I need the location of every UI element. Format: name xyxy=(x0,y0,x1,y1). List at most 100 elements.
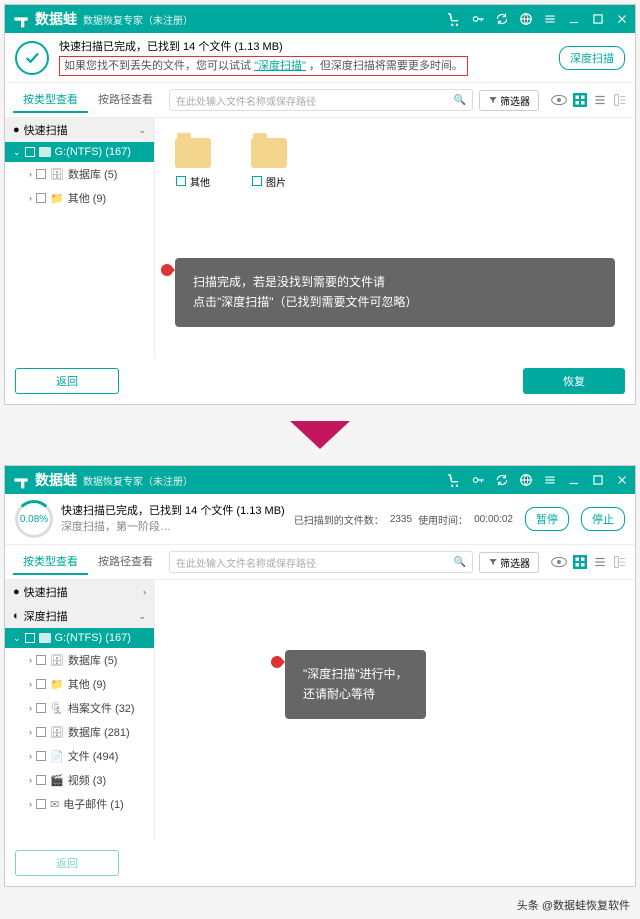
search-input[interactable]: 在此处输入文件名称或保存路径 🔍 xyxy=(169,89,473,111)
eye-icon[interactable] xyxy=(551,94,567,106)
app-subtitle: 数据恢复专家（未注册） xyxy=(83,473,193,488)
checkbox[interactable] xyxy=(36,751,46,761)
checkbox[interactable] xyxy=(36,799,46,809)
progress-indicator: 0.08% xyxy=(15,500,53,538)
chevron-down-icon[interactable]: ⌄ xyxy=(138,611,146,622)
window-scan-complete: 数据蛙 数据恢复专家（未注册） 快速扫描已完成，已找到 14 个文件 (1.13… xyxy=(4,4,636,405)
checkbox[interactable] xyxy=(36,703,46,713)
checkbox[interactable] xyxy=(36,775,46,785)
chevron-right-icon: › xyxy=(29,727,32,737)
deep-scan-link[interactable]: "深度扫描" xyxy=(254,60,306,72)
chevron-right-icon: › xyxy=(29,751,32,761)
checkbox[interactable] xyxy=(36,679,46,689)
detail-view-icon[interactable] xyxy=(613,93,627,107)
sidebar-item[interactable]: ›📁其他 (9) xyxy=(5,672,154,696)
sidebar-item[interactable]: ›🗄数据库 (281) xyxy=(5,720,154,744)
tab-by-path[interactable]: 按路径查看 xyxy=(88,87,163,113)
bullet-icon: ● xyxy=(13,586,20,598)
cart-icon[interactable] xyxy=(447,473,461,487)
main-body: ● 快速扫描 ⌄ ⌄ G:(NTFS) (167) › 🗄 数据库 (5) › … xyxy=(5,118,635,358)
globe-icon[interactable] xyxy=(519,12,533,26)
deep-scan-button[interactable]: 深度扫描 xyxy=(559,46,625,70)
cart-icon[interactable] xyxy=(447,12,461,26)
tab-by-path[interactable]: 按路径查看 xyxy=(88,549,163,575)
folder-other[interactable]: 其他 xyxy=(175,138,211,189)
pause-button[interactable]: 暂停 xyxy=(525,507,569,531)
content-area: 其他 图片 扫描完成，若是没找到需要的文件请 点击"深度扫描"（已找到需要文件可… xyxy=(155,118,635,358)
minimize-icon[interactable] xyxy=(567,12,581,26)
stop-button[interactable]: 停止 xyxy=(581,507,625,531)
menu-icon[interactable] xyxy=(543,12,557,26)
status-bar: 0.08% 快速扫描已完成，已找到 14 个文件 (1.13 MB) 深度扫描，… xyxy=(5,494,635,545)
checkbox[interactable] xyxy=(36,727,46,737)
recover-button[interactable]: 恢复 xyxy=(523,368,625,394)
list-view-icon[interactable] xyxy=(593,93,607,107)
checkbox[interactable] xyxy=(36,169,46,179)
file-grid: 其他 图片 xyxy=(165,128,625,199)
sidebar-quick-scan[interactable]: ● 快速扫描 ⌄ xyxy=(5,118,154,142)
tab-by-type[interactable]: 按类型查看 xyxy=(13,87,88,113)
detail-view-icon[interactable] xyxy=(613,555,627,569)
sidebar-quick-scan[interactable]: ● 快速扫描 › xyxy=(5,580,154,604)
check-icon xyxy=(15,41,49,75)
status-text: 快速扫描已完成，已找到 14 个文件 (1.13 MB) 如果您找不到丢失的文件… xyxy=(59,39,553,76)
maximize-icon[interactable] xyxy=(591,473,605,487)
filter-button[interactable]: 筛选器 xyxy=(479,90,539,111)
close-icon[interactable] xyxy=(615,473,629,487)
sidebar-item[interactable]: ›📄文件 (494) xyxy=(5,744,154,768)
maximize-icon[interactable] xyxy=(591,12,605,26)
grid-view-icon[interactable] xyxy=(573,93,587,107)
refresh-icon[interactable] xyxy=(495,12,509,26)
chevron-right-icon: › xyxy=(29,169,32,179)
search-icon[interactable]: 🔍 xyxy=(454,557,466,568)
sidebar-item[interactable]: ›🎬视频 (3) xyxy=(5,768,154,792)
titlebar: 数据蛙 数据恢复专家（未注册） xyxy=(5,5,635,33)
grid-view-icon[interactable] xyxy=(573,555,587,569)
filter-button[interactable]: 筛选器 xyxy=(479,552,539,573)
list-view-icon[interactable] xyxy=(593,555,607,569)
footer: 返回 恢复 xyxy=(5,358,635,404)
sidebar-item[interactable]: ›✉电子邮件 (1) xyxy=(5,792,154,816)
file-icon: 📄 xyxy=(50,750,64,763)
main-body: ● 快速扫描 › ◐ 深度扫描 ⌄ ⌄ G:(NTFS) (167) ›🗄数据库… xyxy=(5,580,635,840)
sidebar-drive[interactable]: ⌄ G:(NTFS) (167) xyxy=(5,628,154,648)
search-input[interactable]: 在此处输入文件名称或保存路径 🔍 xyxy=(169,551,473,573)
menu-icon[interactable] xyxy=(543,473,557,487)
checkbox[interactable] xyxy=(176,176,186,186)
sidebar-item-other[interactable]: › 📁 其他 (9) xyxy=(5,186,154,210)
titlebar: 数据蛙 数据恢复专家（未注册） xyxy=(5,466,635,494)
minimize-icon[interactable] xyxy=(567,473,581,487)
sidebar-deep-scan[interactable]: ◐ 深度扫描 ⌄ xyxy=(5,604,154,628)
scan-stage: 深度扫描，第一阶段… xyxy=(61,519,294,536)
search-placeholder: 在此处输入文件名称或保存路径 xyxy=(176,93,316,108)
chevron-down-icon[interactable]: ⌄ xyxy=(138,125,146,136)
sidebar-drive[interactable]: ⌄ G:(NTFS) (167) xyxy=(5,142,154,162)
eye-icon[interactable] xyxy=(551,556,567,568)
globe-icon[interactable] xyxy=(519,473,533,487)
attribution-text: 头条 @数据蛙恢复软件 xyxy=(0,891,640,919)
sidebar-item-database[interactable]: › 🗄 数据库 (5) xyxy=(5,162,154,186)
app-name: 数据蛙 xyxy=(35,470,77,490)
checkbox[interactable] xyxy=(36,193,46,203)
tab-by-type[interactable]: 按类型查看 xyxy=(13,549,88,575)
back-button[interactable]: 返回 xyxy=(15,850,119,876)
checkbox[interactable] xyxy=(36,655,46,665)
key-icon[interactable] xyxy=(471,12,485,26)
status-bar: 快速扫描已完成，已找到 14 个文件 (1.13 MB) 如果您找不到丢失的文件… xyxy=(5,33,635,83)
checkbox[interactable] xyxy=(25,633,35,643)
key-icon[interactable] xyxy=(471,473,485,487)
refresh-icon[interactable] xyxy=(495,473,509,487)
checkbox[interactable] xyxy=(25,147,35,157)
close-icon[interactable] xyxy=(615,12,629,26)
toolbar-row: 按类型查看 按路径查看 在此处输入文件名称或保存路径 🔍 筛选器 xyxy=(5,545,635,580)
hint-tooltip: 扫描完成，若是没找到需要的文件请 点击"深度扫描"（已找到需要文件可忽略） xyxy=(175,258,615,327)
folder-images[interactable]: 图片 xyxy=(251,138,287,189)
sidebar-item[interactable]: ›🗜档案文件 (32) xyxy=(5,696,154,720)
back-button[interactable]: 返回 xyxy=(15,368,119,394)
chevron-right-icon: › xyxy=(29,775,32,785)
chevron-right-icon: › xyxy=(29,193,32,203)
chevron-right-icon[interactable]: › xyxy=(143,587,146,597)
checkbox[interactable] xyxy=(252,176,262,186)
sidebar-item[interactable]: ›🗄数据库 (5) xyxy=(5,648,154,672)
search-icon[interactable]: 🔍 xyxy=(454,95,466,106)
